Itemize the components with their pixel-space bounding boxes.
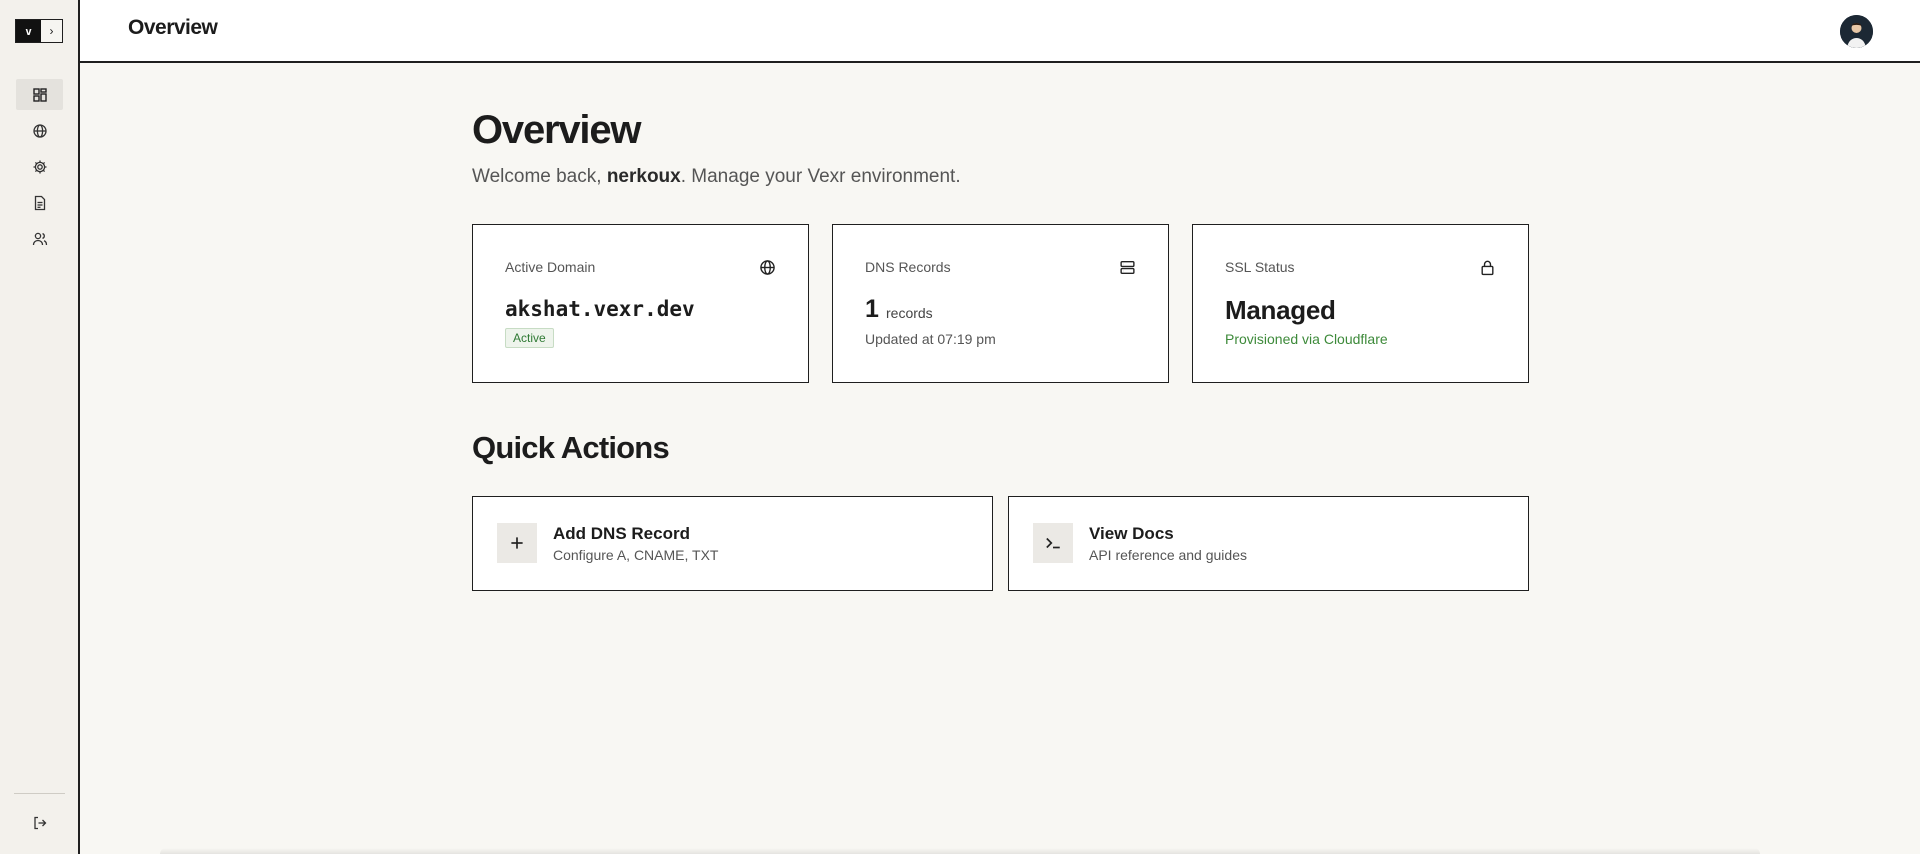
header-title: Overview <box>128 16 218 39</box>
users-icon <box>32 232 47 245</box>
view-docs-button[interactable]: View Docs API reference and guides <box>1008 496 1529 591</box>
dns-updated-time: Updated at 07:19 pm <box>865 331 996 347</box>
action-icon-box <box>1033 523 1073 563</box>
add-dns-record-button[interactable]: Add DNS Record Configure A, CNAME, TXT <box>472 496 993 591</box>
avatar-image <box>1840 15 1873 48</box>
sidebar-item-domains[interactable] <box>16 115 63 146</box>
lock-icon <box>1481 260 1494 276</box>
top-bar: Overview <box>80 0 1920 63</box>
server-icon <box>1120 260 1135 275</box>
sidebar-item-docs[interactable] <box>16 187 63 218</box>
add-dns-record-title: Add DNS Record <box>553 524 690 543</box>
sidebar-item-settings[interactable] <box>16 151 63 182</box>
bottom-edge-shadow <box>160 848 1760 854</box>
sidebar-divider <box>14 793 65 794</box>
active-domain-card: Active Domain akshat.vexr.dev Active <box>472 224 809 383</box>
quick-actions-title: Quick Actions <box>472 430 670 465</box>
logout-button[interactable] <box>16 808 63 838</box>
plus-icon <box>511 537 523 549</box>
action-icon-box <box>497 523 537 563</box>
add-dns-record-subtitle: Configure A, CNAME, TXT <box>553 547 719 563</box>
globe-icon <box>760 260 775 275</box>
logo-toggle[interactable]: v › <box>15 19 63 43</box>
dns-records-count: 1 <box>865 295 879 323</box>
ssl-provider: Provisioned via Cloudflare <box>1225 331 1388 347</box>
sidebar-item-dashboard[interactable] <box>16 79 63 110</box>
sidebar-nav <box>16 79 63 259</box>
username: nerkoux <box>606 166 681 187</box>
dashboard-icon <box>32 87 47 102</box>
welcome-message: Welcome back, nerkoux. Manage your Vexr … <box>472 166 961 188</box>
logo: v <box>16 20 41 42</box>
logout-icon <box>33 816 46 830</box>
avatar[interactable] <box>1840 15 1873 48</box>
globe-icon <box>32 123 47 138</box>
gear-icon <box>33 160 46 173</box>
view-docs-title: View Docs <box>1089 524 1174 543</box>
view-docs-subtitle: API reference and guides <box>1089 547 1247 563</box>
welcome-suffix: . Manage your Vexr environment. <box>680 166 961 187</box>
dns-records-card: DNS Records 1 records Updated at 07:19 p… <box>832 224 1169 383</box>
page-title: Overview <box>472 108 641 152</box>
dns-records-label: DNS Records <box>865 259 951 275</box>
status-badge: Active <box>505 328 554 348</box>
ssl-status-label: SSL Status <box>1225 259 1295 275</box>
sidebar-item-users[interactable] <box>16 223 63 254</box>
active-domain-label: Active Domain <box>505 259 596 275</box>
document-icon <box>34 195 45 210</box>
ssl-status-value: Managed <box>1225 295 1336 325</box>
terminal-icon <box>1046 537 1060 549</box>
active-domain-value: akshat.vexr.dev <box>505 297 695 321</box>
sidebar: v › <box>0 0 80 854</box>
ssl-status-card: SSL Status Managed Provisioned via Cloud… <box>1192 224 1529 383</box>
dns-records-unit: records <box>886 305 933 321</box>
welcome-prefix: Welcome back, <box>472 166 607 187</box>
expand-sidebar-button[interactable]: › <box>41 20 62 42</box>
